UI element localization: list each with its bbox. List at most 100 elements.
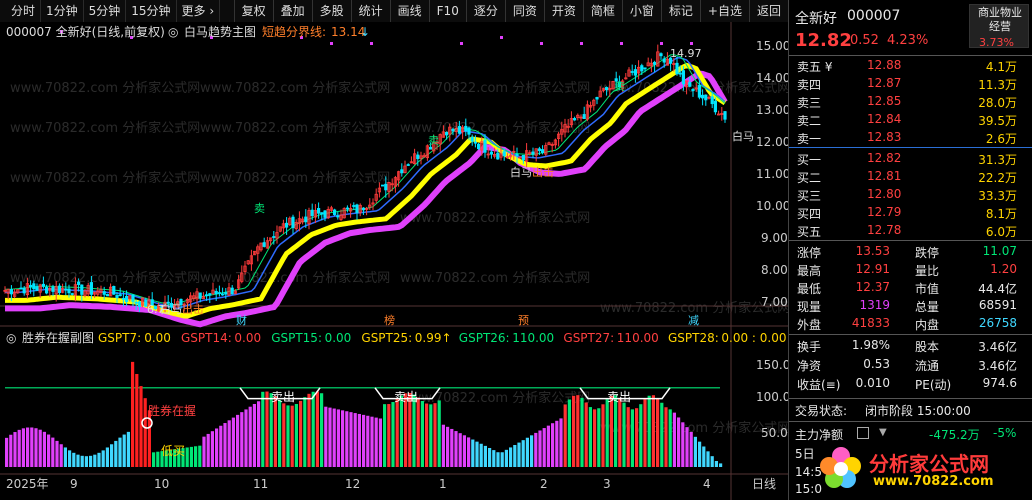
stats-button[interactable]: 统计 bbox=[350, 0, 390, 22]
add-watchlist-button[interactable]: +自选 bbox=[699, 0, 749, 22]
sub-bar bbox=[189, 446, 193, 467]
multi-stock-button[interactable]: 多股 bbox=[311, 0, 351, 22]
sub-bar bbox=[257, 401, 261, 467]
sub-bar bbox=[252, 403, 256, 467]
ask-row[interactable]: 卖三 12.85 28.0万 bbox=[789, 94, 1027, 111]
candle-body bbox=[323, 210, 327, 218]
sub-bar bbox=[618, 397, 622, 467]
stat-row[interactable]: 最高 12.91 量比 1.20 bbox=[789, 262, 1027, 279]
price-tick: 15.00 bbox=[756, 39, 788, 53]
event-marker-jian[interactable]: 减 bbox=[688, 314, 699, 327]
sub-bar bbox=[21, 428, 25, 467]
sub-bar bbox=[38, 429, 42, 467]
tick-by-tick-button[interactable]: 逐分 bbox=[465, 0, 505, 22]
bid-row[interactable]: 买四 12.79 8.1万 bbox=[789, 205, 1027, 222]
kline-chart[interactable]: www.70822.com 分析家公式网 www.70822.com 分析家公式… bbox=[0, 22, 788, 500]
sub-bar bbox=[13, 432, 17, 467]
f10-button[interactable]: F10 bbox=[428, 0, 466, 22]
readout-value: 0.00 bbox=[144, 331, 171, 345]
menu-icon[interactable] bbox=[857, 427, 869, 439]
date-tick: 11 bbox=[253, 477, 268, 491]
sub-bar bbox=[202, 436, 206, 467]
candle-body bbox=[208, 293, 212, 296]
stat-label: 外盘 bbox=[797, 318, 822, 332]
stat-label: 最高 bbox=[797, 264, 822, 278]
signal-dot bbox=[620, 42, 623, 45]
bid-label: 买五 bbox=[797, 225, 822, 239]
sub-bar bbox=[626, 407, 630, 467]
sub-bar bbox=[567, 399, 571, 467]
bid-price: 12.80 bbox=[867, 187, 902, 201]
sub-bar bbox=[719, 463, 723, 467]
mark-button[interactable]: 标记 bbox=[660, 0, 700, 22]
candle-body bbox=[380, 184, 385, 187]
stat-row[interactable]: 净资 0.53 流通 3.46亿 bbox=[789, 357, 1027, 374]
candle-body bbox=[118, 294, 122, 297]
candle-body bbox=[710, 96, 714, 105]
sub-bar bbox=[269, 393, 273, 467]
event-marker-bang[interactable]: 榜 bbox=[384, 313, 395, 327]
sub-bar bbox=[630, 409, 634, 467]
line-label: 短趋分界线: bbox=[262, 25, 326, 39]
stat-row[interactable]: 换手 1.98% 股本 3.46亿 bbox=[789, 338, 1027, 355]
event-marker-yu[interactable]: 预 bbox=[518, 314, 529, 327]
candle-body bbox=[35, 286, 39, 291]
indicator-name[interactable]: 白马趋势主图 bbox=[184, 24, 256, 39]
sub-indicator-name[interactable]: 胜券在握副图 bbox=[22, 330, 94, 345]
period-tab-more[interactable]: 更多 › bbox=[177, 0, 221, 22]
simple-frame-button[interactable]: 简框 bbox=[582, 0, 622, 22]
candle-body bbox=[444, 131, 449, 136]
draw-line-button[interactable]: 画线 bbox=[389, 0, 429, 22]
period-tab-1min[interactable]: 1分钟 bbox=[41, 0, 84, 22]
stat-label: 净资 bbox=[797, 359, 822, 373]
ask-row[interactable]: 卖二 12.84 39.5万 bbox=[789, 112, 1027, 129]
ask-row[interactable]: 卖五 ¥ 12.88 4.1万 bbox=[789, 58, 1027, 75]
sub-bar bbox=[492, 450, 496, 467]
period-tab-5min[interactable]: 5分钟 bbox=[84, 0, 127, 22]
open-funds-button[interactable]: 开资 bbox=[543, 0, 583, 22]
sub-bar bbox=[639, 404, 643, 467]
candle-body bbox=[112, 285, 116, 295]
candle-body bbox=[537, 148, 542, 152]
dropdown-icon[interactable]: ▼ bbox=[879, 427, 887, 438]
bid-row[interactable]: 买一 12.82 31.3万 bbox=[789, 151, 1027, 168]
watermark-text: www.70822.com 分析家公式网 bbox=[10, 80, 200, 96]
adjust-button[interactable]: 复权 bbox=[233, 0, 273, 22]
sub-bar bbox=[290, 405, 294, 467]
sub-bar bbox=[509, 447, 513, 467]
price-tick: 12.00 bbox=[756, 135, 788, 149]
sub-bar bbox=[588, 407, 592, 467]
candle-body bbox=[681, 70, 686, 85]
ask-row[interactable]: 卖一 12.83 2.6万 bbox=[789, 130, 1027, 147]
sub-bar bbox=[458, 433, 462, 467]
bid-row[interactable]: 买五 12.78 6.0万 bbox=[789, 223, 1027, 240]
stat-row[interactable]: 现量 1319 总量 68591 bbox=[789, 298, 1027, 315]
overlay-button[interactable]: 叠加 bbox=[272, 0, 312, 22]
period-tab-15min[interactable]: 15分钟 bbox=[126, 0, 177, 22]
sub-bar bbox=[315, 391, 319, 467]
mini-window-button[interactable]: 小窗 bbox=[621, 0, 661, 22]
stat-row[interactable]: 涨停 13.53 跌停 11.07 bbox=[789, 244, 1027, 261]
brand-url: www.70822.com bbox=[873, 474, 994, 489]
stat-value: 0.53 bbox=[863, 357, 890, 371]
event-marker-cai[interactable]: 财 bbox=[236, 313, 247, 327]
ask-row[interactable]: 卖四 12.87 11.3万 bbox=[789, 76, 1027, 93]
sub-bar bbox=[391, 402, 395, 467]
stat-row[interactable]: 收益(≡) 0.010 PE(动) 974.6 bbox=[789, 376, 1027, 393]
sub-bar bbox=[265, 391, 269, 467]
stat-row[interactable]: 外盘 41833 内盘 26758 bbox=[789, 316, 1027, 333]
same-funds-button[interactable]: 同资 bbox=[504, 0, 544, 22]
ask-price: 12.85 bbox=[867, 94, 902, 108]
bid-volume: 8.1万 bbox=[985, 207, 1017, 221]
bid-row[interactable]: 买三 12.80 33.3万 bbox=[789, 187, 1027, 204]
candle-body bbox=[633, 69, 638, 76]
sub-bar bbox=[34, 428, 38, 467]
price-tick: 14.00 bbox=[756, 71, 788, 85]
stat-row[interactable]: 最低 12.37 市值 44.4亿 bbox=[789, 280, 1027, 297]
price-change-pct: 4.23% bbox=[887, 33, 929, 48]
period-tab-intraday[interactable]: 分时 bbox=[6, 0, 41, 22]
sub-bar bbox=[194, 446, 198, 467]
bid-price: 12.82 bbox=[867, 151, 902, 165]
back-button[interactable]: 返回 bbox=[748, 0, 788, 22]
bid-row[interactable]: 买二 12.81 22.2万 bbox=[789, 169, 1027, 186]
